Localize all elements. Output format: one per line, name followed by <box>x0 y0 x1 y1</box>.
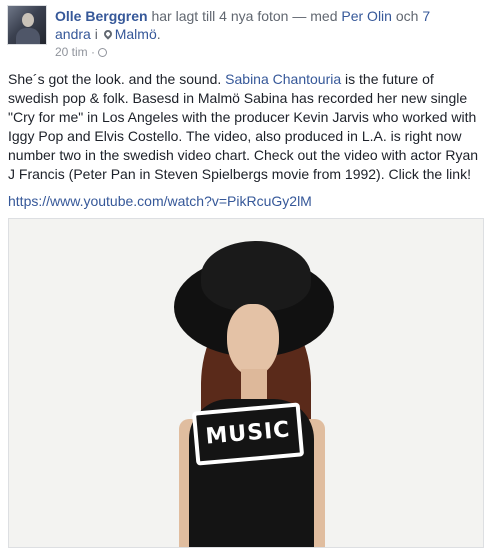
facebook-post: Olle Berggren har lagt till 4 nya foton … <box>0 0 488 548</box>
action-text: har lagt till 4 nya foton <box>151 8 289 24</box>
post-text-part-2: is the future of swedish pop & folk. Bas… <box>8 71 479 182</box>
meta-separator: · <box>91 45 96 59</box>
in-text: i <box>94 26 98 42</box>
and-text: och <box>395 8 419 24</box>
photo-face-shape <box>227 304 279 376</box>
author-name-link[interactable]: Olle Berggren <box>55 8 148 24</box>
post-photo[interactable]: MUSIC <box>8 218 484 548</box>
author-avatar[interactable] <box>7 5 47 45</box>
avatar-head-shape <box>22 13 34 27</box>
location-link[interactable]: Malmö <box>102 26 157 42</box>
post-meta: 20 tim · <box>55 44 108 60</box>
tagged-person-link[interactable]: Per Olin <box>341 8 392 24</box>
post-text-part-1: She´s got the look. and the sound. <box>8 71 226 87</box>
location-name: Malmö <box>114 26 157 42</box>
post-body: She´s got the look. and the sound. Sabin… <box>8 70 486 184</box>
location-pin-icon <box>102 28 114 40</box>
youtube-link[interactable]: https://www.youtube.com/watch?v=PikRcuGy… <box>8 193 312 209</box>
globe-icon[interactable] <box>98 48 108 57</box>
photo-shirt-logo: MUSIC <box>191 402 305 466</box>
with-prefix: — med <box>292 8 338 24</box>
photo-hat-crown-shape <box>201 241 311 311</box>
artist-link[interactable]: Sabina Chantouria <box>225 71 341 87</box>
post-header: Olle Berggren har lagt till 4 nya foton … <box>55 8 431 42</box>
timestamp-link[interactable]: 20 tim <box>55 45 88 59</box>
avatar-body-shape <box>16 28 40 44</box>
